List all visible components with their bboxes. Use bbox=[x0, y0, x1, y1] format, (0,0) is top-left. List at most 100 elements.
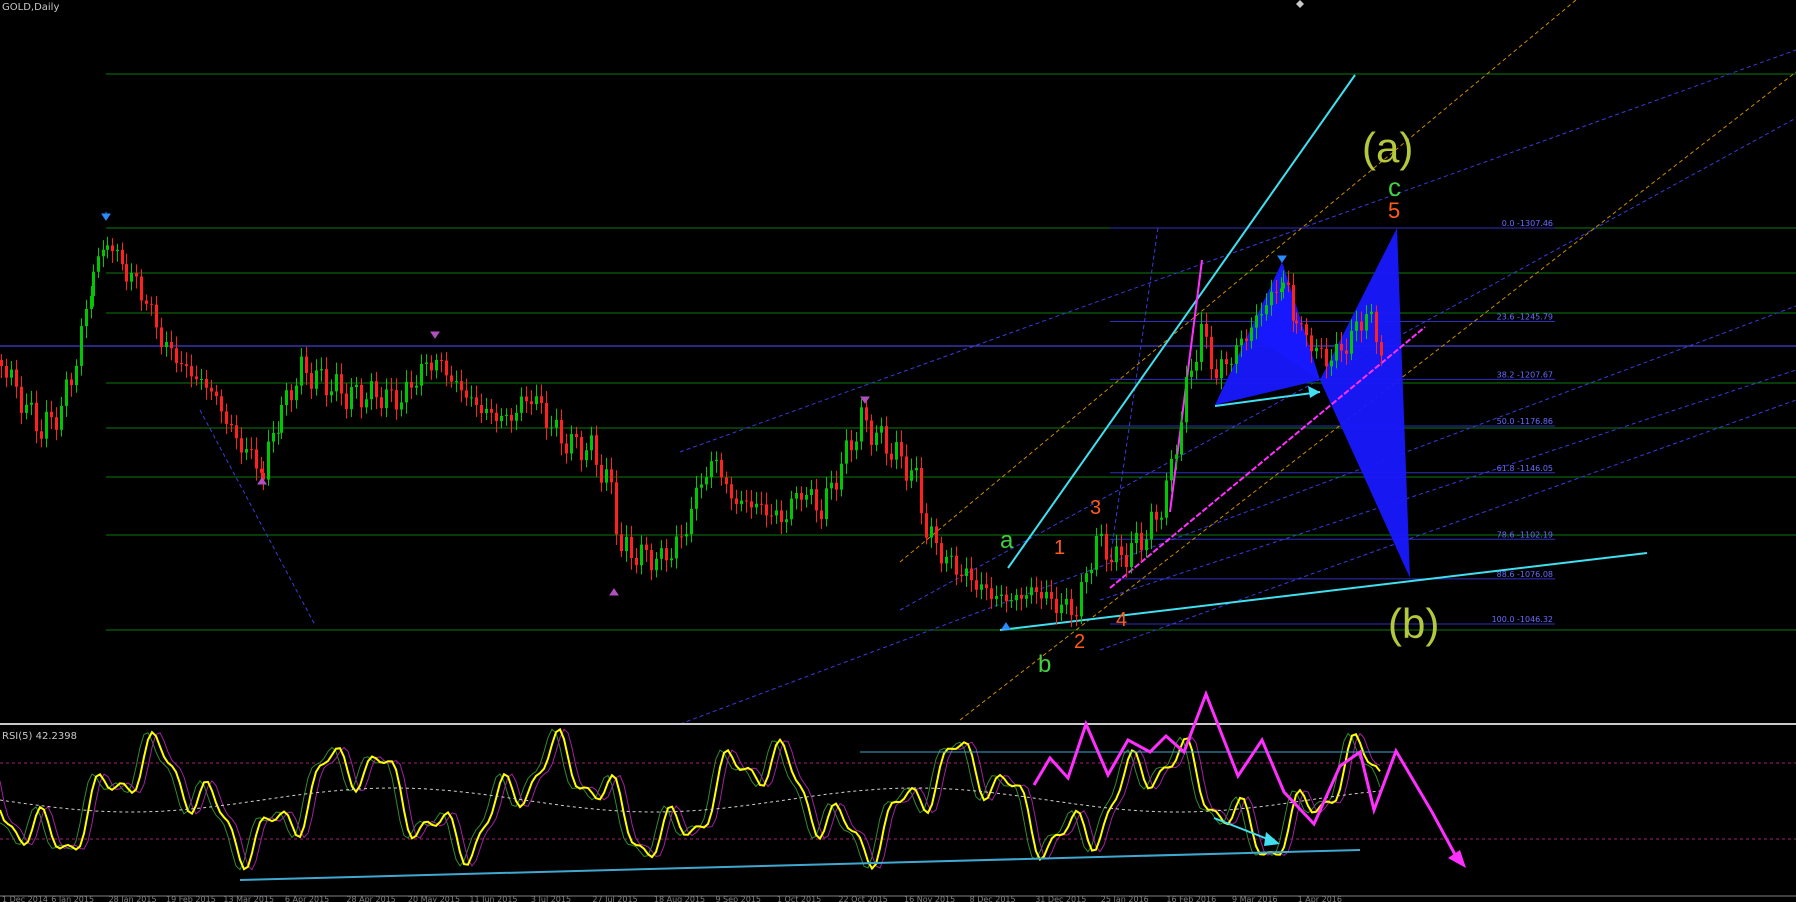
candle-body bbox=[15, 369, 18, 387]
candle-body bbox=[1325, 348, 1328, 367]
candle-body bbox=[1185, 376, 1188, 423]
candle-body bbox=[220, 396, 223, 412]
candle-body bbox=[980, 584, 983, 590]
candle-body bbox=[940, 543, 943, 564]
fib-level-label: 23.6 -1245.79 bbox=[1497, 313, 1553, 322]
candle-body bbox=[520, 396, 523, 413]
candle-body bbox=[1240, 338, 1243, 346]
candle-body bbox=[465, 390, 468, 398]
candle-body bbox=[600, 464, 603, 483]
candle-body bbox=[1340, 343, 1343, 351]
candle-body bbox=[1075, 615, 1078, 617]
cyan-arrow-head bbox=[1308, 386, 1320, 398]
candle-body bbox=[145, 300, 148, 304]
candle-body bbox=[615, 482, 618, 535]
candle-body bbox=[1265, 305, 1268, 315]
candle-body bbox=[1145, 539, 1148, 551]
x-tick-label: 25 Jan 2016 bbox=[1101, 895, 1149, 902]
candle-body bbox=[375, 381, 378, 398]
candle-body bbox=[1190, 370, 1193, 377]
candle-body bbox=[1260, 314, 1263, 316]
chart-window[interactable]: GOLD,Daily 0.0 -1307.46 23.6 -1245.79 38.2… bbox=[0, 0, 1796, 902]
candle-body bbox=[605, 469, 608, 483]
rsi-line bbox=[0, 727, 1381, 871]
candle-body bbox=[550, 427, 553, 429]
wave-label-b-green: b bbox=[1038, 651, 1051, 678]
scroll-marker-icon[interactable] bbox=[1296, 0, 1304, 8]
candle-body bbox=[1085, 573, 1088, 583]
candle-body bbox=[1200, 324, 1203, 362]
x-tick-label: 1 Oct 2015 bbox=[777, 895, 821, 902]
candle-body bbox=[895, 442, 898, 460]
rsi-pane[interactable]: RSI(5) 42.2398 bbox=[0, 689, 1796, 881]
candle-body bbox=[1255, 315, 1258, 328]
candle-body bbox=[870, 420, 873, 445]
candle-body bbox=[515, 412, 518, 421]
candle-body bbox=[540, 396, 543, 403]
candle-body bbox=[30, 402, 33, 405]
candle-body bbox=[55, 417, 58, 430]
candle-body bbox=[535, 396, 538, 405]
candle-body bbox=[1005, 594, 1008, 602]
x-tick-label: 20 May 2015 bbox=[408, 895, 460, 902]
candle-body bbox=[655, 558, 658, 571]
candle-body bbox=[440, 360, 443, 362]
candle-body bbox=[670, 558, 673, 561]
candle-body bbox=[1300, 323, 1303, 325]
candle-body bbox=[630, 536, 633, 558]
candle-body bbox=[111, 245, 114, 252]
candle-body bbox=[695, 487, 698, 509]
candle-body bbox=[700, 484, 703, 488]
candle-body bbox=[405, 381, 408, 403]
candle-body bbox=[765, 504, 768, 516]
candle-body bbox=[330, 391, 333, 396]
candle-body bbox=[250, 449, 253, 451]
candle-body bbox=[730, 484, 733, 499]
candle-body bbox=[60, 405, 63, 430]
candle-body bbox=[770, 515, 773, 517]
candle-body bbox=[1000, 594, 1003, 596]
candle-body bbox=[545, 402, 548, 428]
candle-body bbox=[5, 366, 8, 378]
candlestick-series[interactable] bbox=[0, 236, 1383, 628]
horizontal-levels bbox=[0, 73, 1796, 631]
candle-body bbox=[1120, 546, 1123, 556]
candle-body bbox=[65, 379, 68, 406]
candle-body bbox=[1305, 324, 1308, 336]
chart-canvas[interactable]: GOLD,Daily 0.0 -1307.46 23.6 -1245.79 38.2… bbox=[0, 0, 1796, 902]
candle-body bbox=[570, 434, 573, 454]
candle-body bbox=[1090, 569, 1093, 574]
wave-label-a-upper: (a) bbox=[1362, 124, 1413, 171]
candle-body bbox=[50, 411, 53, 418]
candle-body bbox=[295, 385, 298, 401]
candle-body bbox=[1350, 330, 1353, 354]
candle-body bbox=[450, 375, 453, 382]
candle-body bbox=[715, 459, 718, 462]
candle-body bbox=[230, 423, 233, 426]
x-tick-label: 1 Dec 2014 bbox=[2, 895, 48, 902]
candle-body bbox=[910, 470, 913, 481]
rsi-cyan-arrow bbox=[1213, 817, 1271, 841]
candle-body bbox=[610, 469, 613, 483]
candle-body bbox=[1050, 591, 1053, 599]
candle-body bbox=[1370, 311, 1373, 315]
candle-body bbox=[20, 386, 23, 413]
candle-body bbox=[625, 536, 628, 552]
candle-body bbox=[660, 548, 663, 559]
candle-body bbox=[195, 376, 198, 380]
candle-body bbox=[565, 443, 568, 454]
candle-body bbox=[640, 544, 643, 566]
candle-body bbox=[150, 303, 153, 305]
candle-body bbox=[800, 493, 803, 500]
rsi-line bbox=[0, 728, 1381, 871]
candle-body bbox=[595, 435, 598, 465]
candle-body bbox=[845, 440, 848, 464]
candle-body bbox=[40, 431, 43, 439]
x-tick-label: 13 Mar 2015 bbox=[223, 895, 274, 902]
candle-body bbox=[1275, 291, 1278, 293]
candle-body bbox=[475, 397, 478, 406]
candle-body bbox=[1330, 360, 1333, 367]
candle-body bbox=[35, 402, 38, 432]
candle-body bbox=[585, 450, 588, 461]
candle-body bbox=[285, 390, 288, 405]
